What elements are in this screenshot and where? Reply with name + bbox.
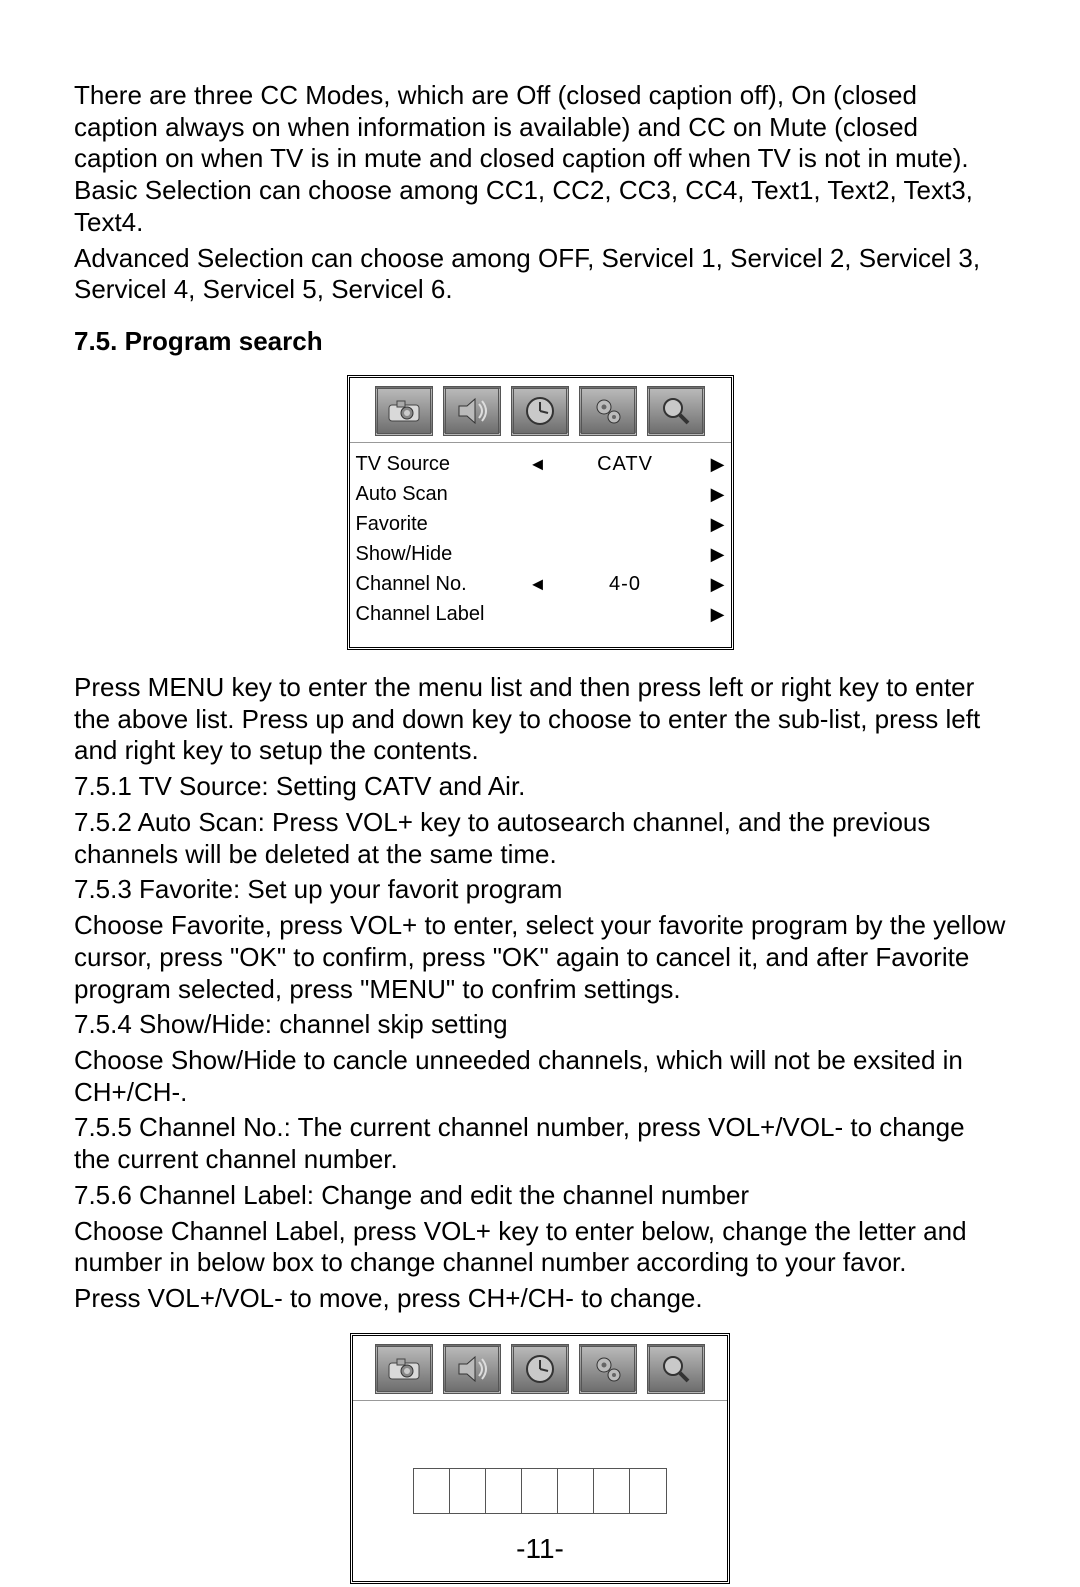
char-cell — [486, 1469, 522, 1513]
program-search-menu: TV Source ◄ CATV ▶ Auto Scan ▶ Favorite … — [347, 375, 734, 650]
instruction-text: 7.5.2 Auto Scan: Press VOL+ key to autos… — [74, 807, 1006, 870]
instruction-text: Press VOL+/VOL- to move, press CH+/CH- t… — [74, 1283, 1006, 1315]
right-arrow-icon: ▶ — [701, 514, 725, 535]
page-number: -11- — [0, 1533, 1080, 1565]
menu-row-favorite: Favorite ▶ — [356, 509, 725, 539]
speaker-icon — [443, 386, 501, 436]
menu-rows: TV Source ◄ CATV ▶ Auto Scan ▶ Favorite … — [350, 443, 731, 647]
menu-label: Show/Hide — [356, 543, 526, 566]
menu-value: CATV — [550, 453, 701, 476]
char-cell — [594, 1469, 630, 1513]
instruction-text: 7.5.6 Channel Label: Change and edit the… — [74, 1180, 1006, 1212]
right-arrow-icon: ▶ — [701, 604, 725, 625]
menu-label: Favorite — [356, 513, 526, 536]
char-cell — [522, 1469, 558, 1513]
menu-label: Auto Scan — [356, 483, 526, 506]
menu-value: 4-0 — [550, 573, 701, 596]
menu-label: Channel Label — [356, 603, 526, 626]
instruction-text: 7.5.1 TV Source: Setting CATV and Air. — [74, 771, 1006, 803]
magnifier-icon — [647, 1344, 705, 1394]
clock-icon — [511, 386, 569, 436]
menu-tab-icons — [350, 378, 731, 443]
gear-icon — [579, 1344, 637, 1394]
instruction-text: Choose Show/Hide to cancle unneeded chan… — [74, 1045, 1006, 1108]
right-arrow-icon: ▶ — [701, 544, 725, 565]
menu-row-show-hide: Show/Hide ▶ — [356, 539, 725, 569]
menu-row-channel-no: Channel No. ◄ 4-0 ▶ — [356, 569, 725, 599]
left-arrow-icon: ◄ — [526, 454, 550, 475]
document-page: There are three CC Modes, which are Off … — [0, 0, 1080, 1587]
camera-icon — [375, 386, 433, 436]
instruction-text: Choose Channel Label, press VOL+ key to … — [74, 1216, 1006, 1279]
menu-label: Channel No. — [356, 573, 526, 596]
gear-icon — [579, 386, 637, 436]
section-heading: 7.5. Program search — [74, 326, 1006, 357]
menu-row-tv-source: TV Source ◄ CATV ▶ — [356, 449, 725, 479]
char-cell — [630, 1469, 666, 1513]
char-input-cells — [413, 1468, 667, 1514]
char-cell — [414, 1469, 450, 1513]
menu-label: TV Source — [356, 453, 526, 476]
instruction-text: 7.5.4 Show/Hide: channel skip setting — [74, 1009, 1006, 1041]
camera-icon — [375, 1344, 433, 1394]
intro-paragraph-2: Advanced Selection can choose among OFF,… — [74, 243, 1006, 306]
right-arrow-icon: ▶ — [701, 574, 725, 595]
intro-paragraph-1: There are three CC Modes, which are Off … — [74, 80, 1006, 239]
char-cell — [558, 1469, 594, 1513]
speaker-icon — [443, 1344, 501, 1394]
menu-row-auto-scan: Auto Scan ▶ — [356, 479, 725, 509]
right-arrow-icon: ▶ — [701, 454, 725, 475]
right-arrow-icon: ▶ — [701, 484, 725, 505]
instruction-text: Choose Favorite, press VOL+ to enter, se… — [74, 910, 1006, 1005]
instruction-text: 7.5.3 Favorite: Set up your favorit prog… — [74, 874, 1006, 906]
char-cell — [450, 1469, 486, 1513]
magnifier-icon — [647, 386, 705, 436]
menu-row-channel-label: Channel Label ▶ — [356, 599, 725, 629]
left-arrow-icon: ◄ — [526, 574, 550, 595]
clock-icon — [511, 1344, 569, 1394]
instruction-text: 7.5.5 Channel No.: The current channel n… — [74, 1112, 1006, 1175]
instruction-text: Press MENU key to enter the menu list an… — [74, 672, 1006, 767]
menu-tab-icons — [353, 1336, 727, 1401]
